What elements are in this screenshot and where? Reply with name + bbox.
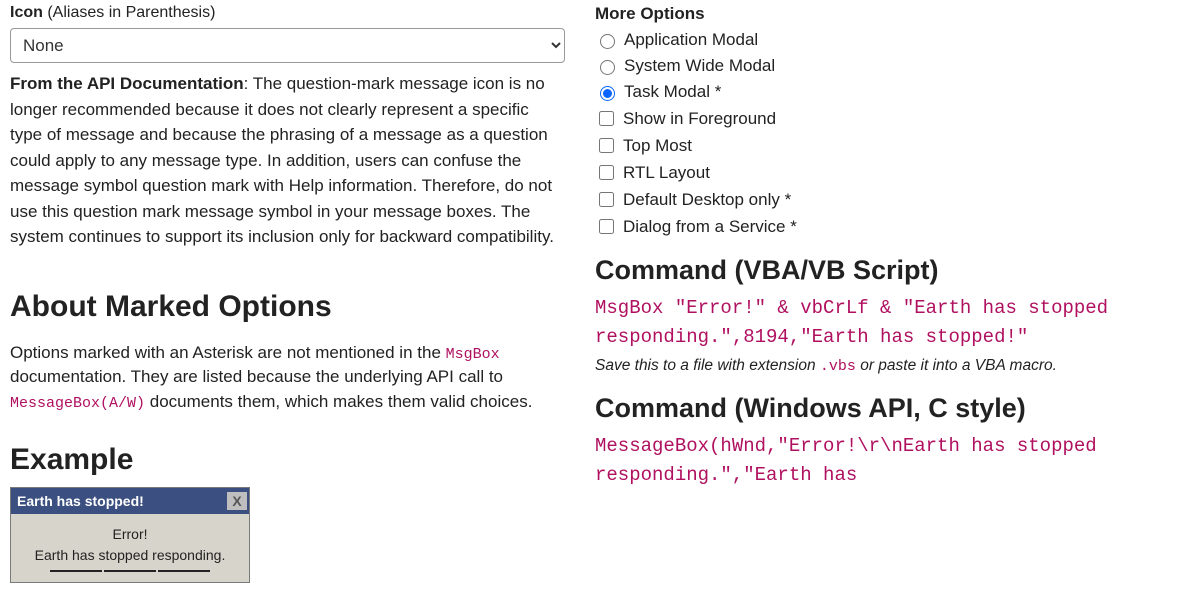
messagebox-line2: Earth has stopped responding.	[17, 545, 243, 566]
messagebox-title: Earth has stopped!	[17, 493, 144, 509]
option-radio[interactable]	[600, 86, 615, 101]
option-label: Top Most	[623, 136, 692, 156]
option-label: Default Desktop only *	[623, 190, 791, 210]
example-heading: Example	[10, 443, 565, 477]
close-icon[interactable]: X	[227, 492, 247, 510]
right-column: More Options Application Modal System Wid…	[595, 0, 1185, 583]
left-column: Icon (Aliases in Parenthesis) None From …	[10, 0, 565, 583]
about-marked-options-heading: About Marked Options	[10, 290, 565, 324]
messagebox-button[interactable]	[50, 570, 102, 578]
option-checkbox[interactable]	[599, 165, 614, 180]
option-label: Show in Foreground	[623, 109, 776, 129]
messagebox-titlebar: Earth has stopped! X	[11, 488, 249, 514]
about-text-post: documents them, which makes them valid c…	[145, 392, 532, 411]
api-doc-text: : The question-mark message icon is no l…	[10, 74, 554, 246]
icon-label-paren: (Aliases in Parenthesis)	[47, 4, 215, 21]
messagebox-button[interactable]	[104, 570, 156, 578]
option-row[interactable]: Show in Foreground	[595, 108, 1185, 129]
vbs-hint: Save this to a file with extension .vbs …	[595, 357, 1185, 375]
option-checkbox[interactable]	[599, 138, 614, 153]
messagebox-code: MessageBox(A/W)	[10, 395, 145, 412]
api-doc-lead: From the API Documentation	[10, 74, 244, 93]
about-text-pre: Options marked with an Asterisk are not …	[10, 343, 446, 362]
option-label: Application Modal	[624, 30, 758, 50]
messagebox-button[interactable]	[158, 570, 210, 578]
command-vba-heading: Command (VBA/VB Script)	[595, 255, 1185, 286]
option-row[interactable]: Top Most	[595, 135, 1185, 156]
option-label: RTL Layout	[623, 163, 710, 183]
option-row[interactable]: Application Modal	[595, 30, 1185, 50]
messagebox-line1: Error!	[17, 524, 243, 545]
api-documentation-note: From the API Documentation: The question…	[10, 71, 565, 250]
option-row[interactable]: Task Modal *	[595, 82, 1185, 102]
vbs-hint-pre: Save this to a file with extension	[595, 357, 820, 374]
option-row[interactable]: RTL Layout	[595, 162, 1185, 183]
more-options-list: Application Modal System Wide Modal Task M…	[595, 30, 1185, 237]
option-radio[interactable]	[600, 60, 615, 75]
icon-field-label: Icon (Aliases in Parenthesis)	[10, 4, 565, 22]
option-row[interactable]: Dialog from a Service *	[595, 216, 1185, 237]
vbs-ext-code: .vbs	[820, 358, 856, 375]
option-checkbox[interactable]	[599, 192, 614, 207]
command-c-code: MessageBox(hWnd,"Error!\r\nEarth has sto…	[595, 432, 1185, 491]
msgbox-code: MsgBox	[446, 346, 500, 363]
page-root: Icon (Aliases in Parenthesis) None From …	[0, 0, 1200, 593]
option-checkbox[interactable]	[599, 219, 614, 234]
option-radio[interactable]	[600, 34, 615, 49]
option-label: Task Modal *	[624, 82, 721, 102]
more-options-heading: More Options	[595, 4, 1185, 24]
icon-select[interactable]: None	[10, 28, 565, 63]
messagebox-button-row	[17, 566, 243, 578]
command-c-heading: Command (Windows API, C style)	[595, 393, 1185, 424]
option-row[interactable]: System Wide Modal	[595, 56, 1185, 76]
option-label: Dialog from a Service *	[623, 217, 797, 237]
about-marked-options-body: Options marked with an Asterisk are not …	[10, 341, 565, 415]
messagebox-content: Error! Earth has stopped responding.	[11, 514, 249, 582]
icon-label-strong: Icon	[10, 4, 43, 21]
example-messagebox: Earth has stopped! X Error! Earth has st…	[10, 487, 250, 583]
option-checkbox[interactable]	[599, 111, 614, 126]
about-text-mid: documentation. They are listed because t…	[10, 367, 503, 386]
command-vba-code: MsgBox "Error!" & vbCrLf & "Earth has st…	[595, 294, 1185, 353]
option-label: System Wide Modal	[624, 56, 775, 76]
option-row[interactable]: Default Desktop only *	[595, 189, 1185, 210]
vbs-hint-post: or paste it into a VBA macro.	[856, 357, 1057, 374]
